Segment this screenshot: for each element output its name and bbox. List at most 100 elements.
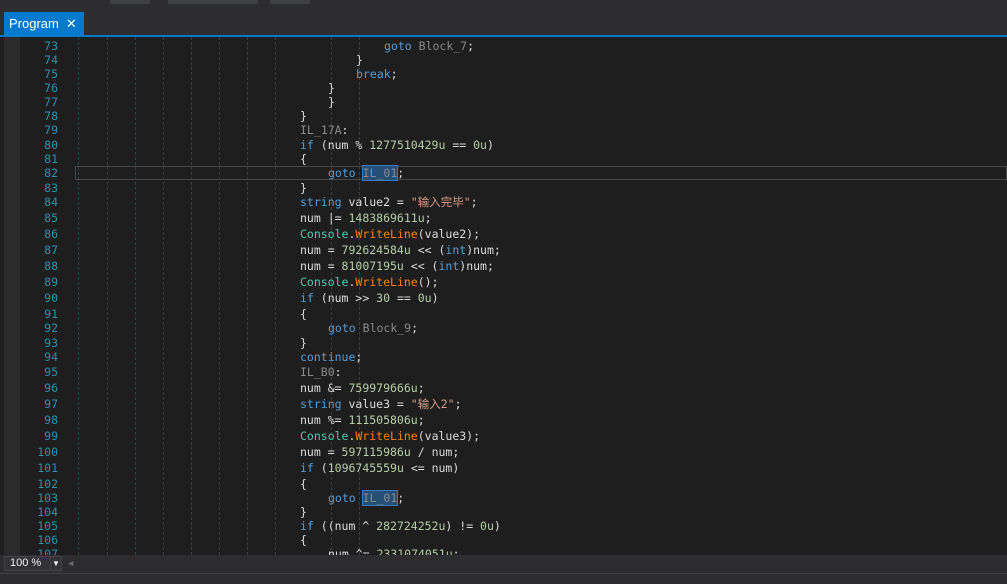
code-content: } [300, 109, 307, 123]
code-line[interactable]: 79 IL_17A: [0, 123, 1007, 137]
code-line[interactable]: 89 Console.WriteLine(); [0, 275, 1007, 289]
code-text: (value3); [417, 429, 481, 443]
code-line[interactable]: 98 num %= 111505806u; [0, 413, 1007, 427]
code-line[interactable]: 78} [0, 109, 1007, 123]
code-line[interactable]: 84 string value2 = "输入完毕"; [0, 195, 1007, 209]
code-line[interactable]: 96 num &= 759979666u; [0, 381, 1007, 395]
horizontal-scrollbar[interactable]: ◀ [66, 558, 1007, 570]
code-text: ; [452, 547, 460, 555]
code-line[interactable]: 102 { [0, 477, 1007, 491]
document-tab-bar: Program ✕ [0, 12, 1007, 35]
zoom-dropdown[interactable]: 100 % ▼ [4, 556, 62, 571]
code-line[interactable]: 74} [0, 53, 1007, 67]
code-line[interactable]: 103 goto IL_01; [0, 490, 1007, 506]
code-line[interactable]: 86 Console.WriteLine(value2); [0, 227, 1007, 241]
selected-label[interactable]: IL_01 [361, 165, 399, 181]
label-ref[interactable]: Block_9 [363, 321, 411, 335]
code-line[interactable]: 77} [0, 95, 1007, 109]
line-number: 87 [44, 243, 58, 257]
code-line[interactable]: 85 num |= 1483869611u; [0, 211, 1007, 225]
label-ref[interactable]: IL_17A [300, 123, 342, 137]
numeric-literal: 792624584u [341, 243, 411, 257]
code-text: ; [397, 491, 405, 505]
keyword: goto [328, 166, 356, 180]
tab-program[interactable]: Program ✕ [4, 12, 84, 35]
code-line[interactable]: 100 num = 597115986u / num; [0, 445, 1007, 459]
code-line[interactable]: 87 num = 792624584u << (int)num; [0, 243, 1007, 257]
code-content: { [300, 477, 307, 491]
code-text: == [390, 291, 418, 305]
code-text: : [341, 123, 349, 137]
code-text: / num; [410, 445, 460, 459]
code-text: (num % [313, 138, 370, 152]
code-text: ) [431, 291, 439, 305]
code-editor[interactable]: 73 goto Block_7; 74} 75 break; 76} 77} 78} 79 IL_… [0, 37, 1007, 555]
line-number: 86 [44, 227, 58, 241]
code-line[interactable]: 105 if ((num ^ 282724252u) != 0u) [0, 519, 1007, 533]
code-text: { [300, 533, 307, 547]
code-line[interactable]: 90 if (num >> 30 == 0u) [0, 291, 1007, 305]
code-content: if (num >> 30 == 0u) [300, 291, 439, 305]
code-line[interactable]: 88 num = 81007195u << (int)num; [0, 259, 1007, 273]
code-line[interactable]: 93} [0, 336, 1007, 350]
code-text: num = [300, 445, 342, 459]
code-line[interactable]: 82 goto IL_01; [0, 165, 1007, 181]
line-number: 77 [44, 95, 58, 109]
code-content: } [328, 95, 335, 109]
code-content: goto IL_01; [328, 490, 405, 506]
class-name: Console [300, 275, 349, 289]
code-line[interactable]: 94 continue; [0, 350, 1007, 364]
label-ref[interactable]: Block_7 [419, 39, 467, 53]
keyword: if [300, 138, 314, 152]
code-line[interactable]: 75 break; [0, 67, 1007, 81]
tab-label: Program [9, 16, 59, 31]
numeric-literal: 0u [417, 291, 432, 305]
line-number: 105 [37, 519, 58, 533]
code-text: <= num) [403, 461, 460, 475]
code-line[interactable]: 97 string value3 = "输入2"; [0, 397, 1007, 411]
numeric-literal: 2331074051u [376, 547, 453, 555]
line-number: 90 [44, 291, 58, 305]
code-line[interactable]: 95 IL_B0: [0, 365, 1007, 379]
code-line[interactable]: 81 { [0, 152, 1007, 166]
code-line[interactable]: 76} [0, 81, 1007, 95]
code-line[interactable]: 91 { [0, 307, 1007, 321]
line-number: 94 [44, 350, 58, 364]
code-content: Console.WriteLine(value3); [300, 429, 480, 443]
keyword: string [300, 195, 342, 209]
code-text: << ( [410, 243, 446, 257]
line-number: 83 [44, 181, 58, 195]
code-text: { [300, 307, 307, 321]
code-line[interactable]: 101 if (1096745559u <= num) [0, 461, 1007, 475]
code-line[interactable]: 104} [0, 505, 1007, 519]
close-icon[interactable]: ✕ [66, 17, 77, 30]
code-text: (num >> [313, 291, 377, 305]
code-line[interactable]: 73 goto Block_7; [0, 39, 1007, 53]
code-line[interactable]: 106 { [0, 533, 1007, 547]
code-text: { [300, 152, 307, 166]
numeric-literal: 1277510429u [369, 138, 446, 152]
line-number: 80 [44, 138, 58, 152]
code-text: ) [486, 138, 494, 152]
keyword: if [300, 519, 314, 533]
code-text: ((num ^ [313, 519, 377, 533]
label-ref[interactable]: IL_B0 [300, 365, 335, 379]
code-line[interactable]: 99 Console.WriteLine(value3); [0, 429, 1007, 443]
selected-label[interactable]: IL_01 [361, 490, 399, 506]
code-content: Console.WriteLine(); [300, 275, 439, 289]
line-number: 84 [44, 195, 58, 209]
code-line[interactable]: 107 num ^= 2331074051u; [0, 547, 1007, 555]
code-line[interactable]: 92 goto Block_9; [0, 321, 1007, 335]
code-line[interactable]: 83} [0, 181, 1007, 195]
line-number: 98 [44, 413, 58, 427]
code-content: num = 597115986u / num; [300, 445, 459, 459]
keyword: continue [300, 350, 356, 364]
line-number: 82 [44, 166, 58, 180]
code-text: ; [470, 195, 478, 209]
chevron-down-icon[interactable]: ▼ [50, 557, 61, 570]
code-line[interactable]: 80 if (num % 1277510429u == 0u) [0, 138, 1007, 152]
scroll-left-icon[interactable]: ◀ [68, 558, 73, 570]
line-number: 102 [37, 477, 58, 491]
